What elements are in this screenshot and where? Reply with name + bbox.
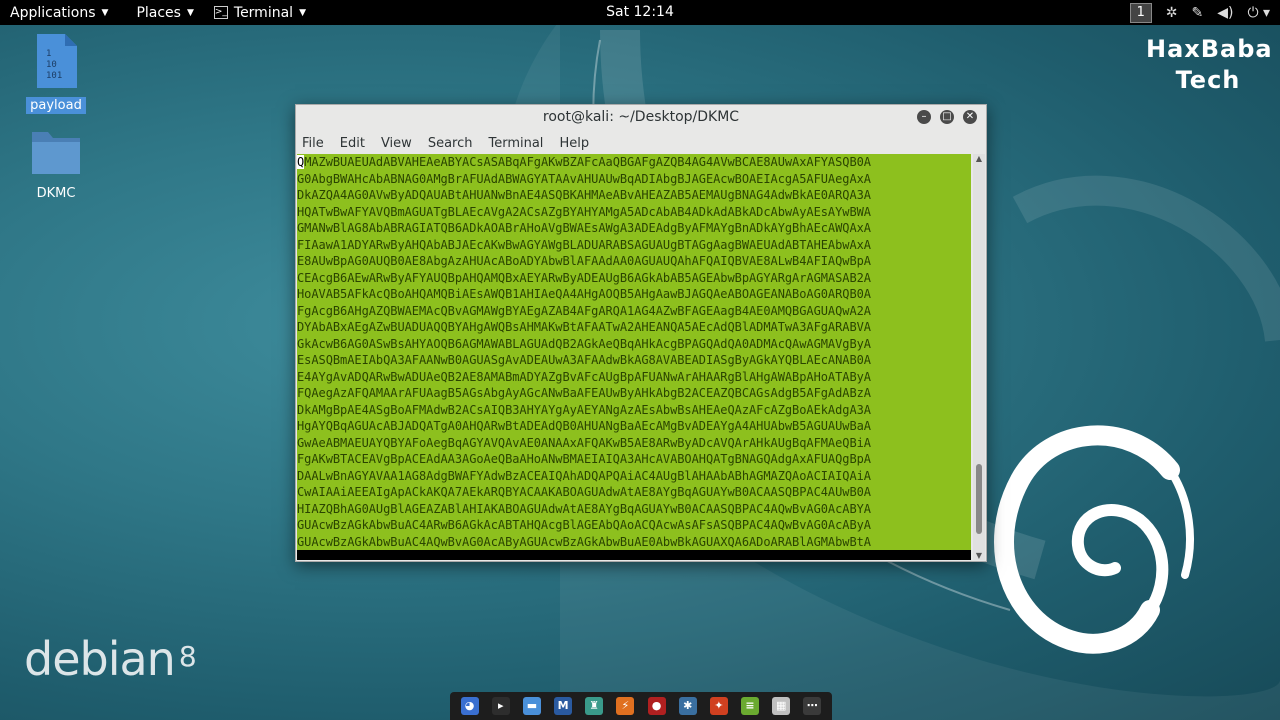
terminal-line: FIAawA1ADYARwByAHQAbABJAEcAKwBwAGYAWgBLA…	[297, 236, 971, 253]
terminal-line: GwAeABMAEUAYQBYAFoAegBqAGYAVQAvAE0ANAAxA…	[297, 434, 971, 451]
dash-show-apps-icon[interactable]: ⋯	[803, 697, 822, 715]
terminal-line: GUAcwBzAGkAbwBuAC4ARwB6AGkAcABTAHQAcgBlA…	[297, 517, 971, 534]
dash-burp-icon[interactable]: ⚡	[616, 697, 635, 715]
terminal-line: CwAIAAiAEEAIgApACkAKQA7AEkARQBYACAAKABOA…	[297, 484, 971, 501]
desktop-icon-payload[interactable]: 1 10 101 payload	[26, 32, 86, 114]
dash-beef-icon[interactable]: ✦	[709, 697, 728, 715]
volume-icon[interactable]: ◀)	[1217, 5, 1233, 21]
terminal-line: FgAKwBTACEAVgBpACEAdAA3AGoAeQBaAHoANwBMA…	[297, 451, 971, 468]
terminal-line: GUAcwBzAGkAbwBuAC4AQwBvAG0AcAByAGUAcwBzA…	[297, 533, 971, 550]
svg-text:10: 10	[46, 60, 57, 70]
dash-maltego-icon[interactable]: ✱	[678, 697, 697, 715]
binary-file-icon: 1 10 101	[37, 34, 77, 88]
power-icon[interactable]: ⏻ ▾	[1247, 5, 1270, 21]
debian-logo-version: 8	[178, 640, 197, 673]
terminal-line: CEAcgB6AEwARwByAFYAUQBpAHQAMQBxAEYARwByA…	[297, 269, 971, 286]
chevron-down-icon: ▼	[101, 7, 109, 18]
window-title: root@kali: ~/Desktop/DKMC	[542, 109, 740, 125]
applications-menu[interactable]: Applications ▼	[0, 0, 118, 25]
dash-terminal-icon[interactable]: ▸	[491, 697, 510, 715]
folder-icon	[32, 132, 80, 174]
debian-logo: debian 8	[24, 632, 197, 686]
terminal-line: DYAbABxAEgAZwBUADUAQQBYAHgAWQBsAHMAKwBtA…	[297, 319, 971, 336]
watermark-line-1: HaxBaba	[1146, 35, 1273, 63]
dash-faraday-icon[interactable]: ●	[647, 697, 666, 715]
menu-edit[interactable]: Edit	[340, 136, 365, 151]
terminal-line: DkAMgBpAE4ASgBoAFMAdwB2ACsAIQB3AHYAYgAyA…	[297, 401, 971, 418]
chevron-down-icon: ▼	[186, 7, 194, 18]
tool-icon[interactable]: ✎	[1191, 5, 1203, 21]
window-titlebar[interactable]: root@kali: ~/Desktop/DKMC – □ ✕	[296, 105, 986, 131]
terminal-line: G0AbgBWAHcAbABNAG0AMgBrAFUAdABWAGYATAAvA…	[297, 170, 971, 187]
places-label: Places	[136, 4, 181, 21]
workspace-indicator[interactable]: 1	[1129, 2, 1152, 23]
terminal-line: HgAYQBqAGUAcABJADQATgA0AHQARwBtADEAdQB0A…	[297, 418, 971, 435]
desktop-icon-label: payload	[26, 97, 86, 114]
channel-watermark: HaxBaba Tech	[1146, 34, 1273, 96]
dash-app-icon[interactable]: ▦	[772, 697, 791, 715]
terminal-app-menu[interactable]: >_ Terminal ▼	[204, 0, 316, 25]
desktop-icon-label: DKMC	[36, 186, 76, 201]
system-tray: 1 ✲ ✎ ◀) ⏻ ▾	[1129, 0, 1270, 25]
menu-view[interactable]: View	[381, 136, 412, 151]
terminal-menubar: File Edit View Search Terminal Help	[296, 131, 986, 155]
menu-help[interactable]: Help	[559, 136, 589, 151]
svg-text:101: 101	[46, 71, 62, 81]
close-button[interactable]: ✕	[963, 110, 977, 124]
svg-text:1: 1	[46, 49, 51, 59]
terminal-line: EsASQBmAEIAbQA3AFAANwB0AGUASgAvADEAUwA3A…	[297, 352, 971, 369]
dash-files-icon[interactable]: ▬	[522, 697, 541, 715]
terminal-line: DAALwBnAGYAVAA1AG8AdgBWAFYAdwBzACEAIQAhA…	[297, 467, 971, 484]
menu-search[interactable]: Search	[428, 136, 473, 151]
terminal-line: E8AUwBpAG0AUQB0AE8AbgAzAHUAcABoADYAbwBlA…	[297, 253, 971, 270]
terminal-line: HQATwBwAFYAVQBmAGUATgBLAEcAVgA2ACsAZgBYA…	[297, 203, 971, 220]
terminal-line: GkAcwB6AG0ASwBsAHYAOQB6AGMAWABLAGUAdQB2A…	[297, 335, 971, 352]
terminal-output[interactable]: QMAZwBUAEUAdABVAHEAeABYACsASABqAFgAKwBZA…	[297, 154, 971, 560]
places-menu[interactable]: Places ▼	[126, 0, 203, 25]
terminal-app-icon: >_	[213, 6, 228, 19]
terminal-scrollbar[interactable]: ▲ ▼	[973, 154, 985, 560]
terminal-app-label: Terminal	[233, 4, 294, 21]
menu-terminal[interactable]: Terminal	[488, 136, 543, 151]
chevron-down-icon: ▼	[299, 7, 306, 18]
dash-notes-icon[interactable]: ≡	[740, 697, 759, 715]
dash-armitage-icon[interactable]: ♜	[585, 697, 604, 715]
desktop-icon-dkmc[interactable]: DKMC	[26, 126, 86, 202]
scroll-down-icon[interactable]: ▼	[973, 551, 985, 560]
debian-logo-text: debian	[24, 632, 176, 686]
scrollbar-thumb[interactable]	[976, 464, 982, 534]
terminal-line: HIAZQBhAG0AUgBlAGEAZABlAHIAKABOAGUAdwAtA…	[297, 500, 971, 517]
text-cursor: Q	[297, 155, 305, 169]
clock[interactable]: Sat 12:14	[606, 4, 674, 20]
dash-browser-icon[interactable]: ◕	[460, 697, 479, 715]
applications-label: Applications	[10, 4, 96, 21]
terminal-line: GMANwBlAG8AbABRAGIATQB6ADkAOABrAHoAVgBWA…	[297, 220, 971, 237]
settings-icon[interactable]: ✲	[1166, 5, 1178, 21]
terminal-line: FQAegAzAFQAMAArAFUAagB5AGsAbgAyAGcANwBaA…	[297, 385, 971, 402]
dash-metasploit-icon[interactable]: M	[554, 697, 573, 715]
terminal-line: DkAZQA4AG0AVwByADQAUABtAHUANwBnAE4ASQBKA…	[297, 187, 971, 204]
top-panel: Sat 12:14 Applications ▼ Places ▼ >_ Ter…	[0, 0, 1280, 25]
terminal-line: HoAVAB5AFkAcQBoAHQAMQBiAEsAWQB1AHIAeQA4A…	[297, 286, 971, 303]
scroll-up-icon[interactable]: ▲	[973, 154, 985, 163]
terminal-window[interactable]: root@kali: ~/Desktop/DKMC – □ ✕ File Edi…	[295, 104, 987, 562]
terminal-line: QMAZwBUAEUAdABVAHEAeABYACsASABqAFgAKwBZA…	[297, 154, 971, 171]
dock: ◕ ▸ ▬ M ♜ ⚡ ● ✱ ✦ ≡ ▦ ⋯	[450, 692, 832, 720]
maximize-button[interactable]: □	[940, 110, 954, 124]
watermark-line-2: Tech	[1175, 66, 1241, 94]
minimize-button[interactable]: –	[917, 110, 931, 124]
terminal-line: FgAcgB6AHgAZQBWAEMAcQBvAGMAWgBYAEgAZAB4A…	[297, 302, 971, 319]
menu-file[interactable]: File	[302, 136, 324, 151]
terminal-line: E4AYgAvADQARwBwADUAeQB2AE8AMABmADYAZgBvA…	[297, 368, 971, 385]
